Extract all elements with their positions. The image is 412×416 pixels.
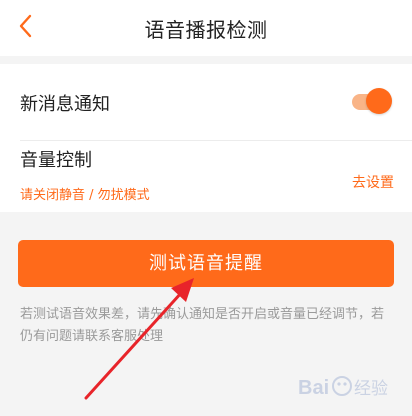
volume-label: 音量控制: [20, 150, 92, 171]
volume-settings-link[interactable]: 去设置: [352, 172, 394, 192]
svg-text:Bai: Bai: [298, 377, 329, 399]
volume-hint: 请关闭静音 / 勿扰模式: [20, 188, 150, 203]
notify-toggle[interactable]: [352, 88, 392, 116]
note-text: 若测试语音效果差，请先确认通知是否开启或音量已经调节，若仍有问题请联系客服处理: [20, 307, 385, 344]
baidu-watermark-icon: Bai 经验: [298, 376, 388, 399]
header-bar: 语音播报检测: [0, 0, 412, 56]
svg-text:经验: 经验: [354, 379, 388, 399]
notify-label: 新消息通知: [20, 94, 110, 115]
test-voice-button[interactable]: 测试语音提醒: [18, 240, 394, 287]
toggle-knob: [366, 88, 392, 114]
settings-card: 新消息通知 音量控制 请关闭静音 / 勿扰模式 去设置: [0, 64, 412, 212]
page-title: 语音播报检测: [144, 18, 268, 42]
